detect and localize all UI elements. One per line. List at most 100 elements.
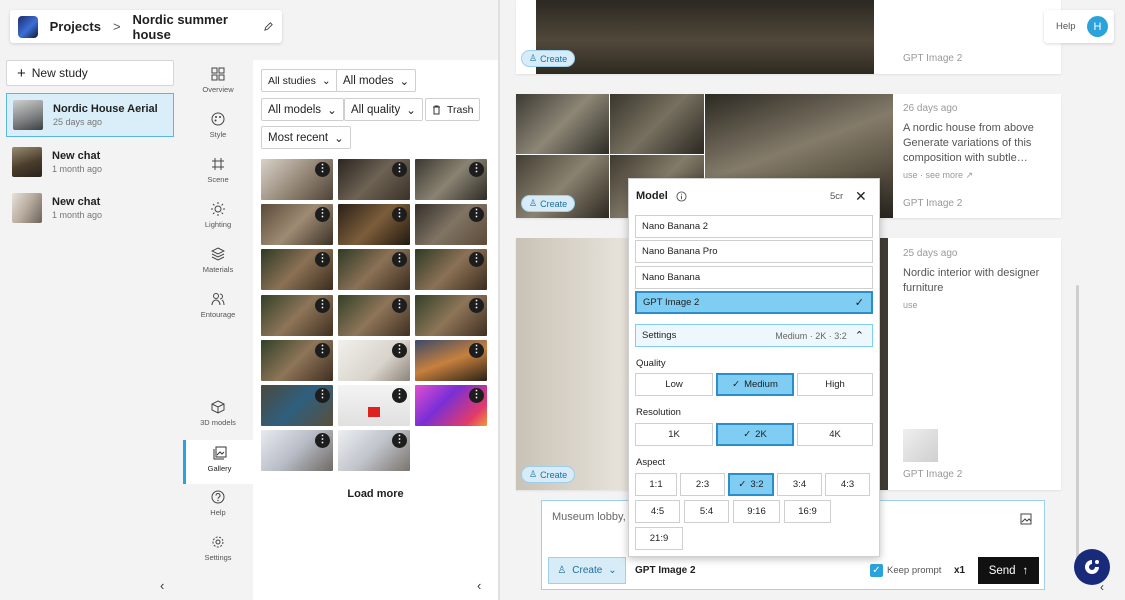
study-item[interactable]: New chat 1 month ago [6, 186, 174, 230]
model-option[interactable]: Nano Banana Pro [635, 240, 873, 263]
more-options-icon[interactable]: ⋮ [315, 162, 330, 177]
edit-icon[interactable] [263, 21, 274, 32]
result-image[interactable] [610, 94, 704, 154]
aspect-option-selected[interactable]: ✓ 3:2 [728, 473, 774, 496]
create-button[interactable]: ♙ Create [521, 50, 576, 67]
reference-thumbnail[interactable] [903, 429, 938, 462]
gallery-tile[interactable]: ⋮ [415, 204, 487, 245]
more-options-icon[interactable]: ⋮ [392, 298, 407, 313]
result-image[interactable] [516, 94, 609, 154]
gallery-tile[interactable]: ⋮ [261, 430, 333, 471]
prompt-input[interactable]: Museum lobby, p [552, 511, 635, 523]
model-selector[interactable]: GPT Image 2 [635, 565, 696, 576]
use-link[interactable]: use [903, 300, 918, 310]
gallery-tile[interactable]: ⋮ [338, 385, 410, 426]
more-options-icon[interactable]: ⋮ [315, 298, 330, 313]
rail-item-settings[interactable]: Settings [183, 535, 253, 579]
create-button[interactable]: ♙ Create [521, 195, 576, 212]
gallery-tile[interactable]: ⋮ [415, 159, 487, 200]
more-options-icon[interactable]: ⋮ [392, 433, 407, 448]
aspect-option[interactable]: 3:4 [777, 473, 822, 496]
more-options-icon[interactable]: ⋮ [392, 388, 407, 403]
more-options-icon[interactable]: ⋮ [469, 207, 484, 222]
filter-studies[interactable]: All studies ⌄ [261, 69, 338, 92]
rail-item-3d-models[interactable]: 3D models [183, 400, 253, 444]
gallery-tile[interactable]: ⋮ [415, 295, 487, 336]
gallery-tile[interactable]: ⋮ [338, 159, 410, 200]
rail-item-entourage[interactable]: Entourage [183, 292, 253, 336]
model-option[interactable]: Nano Banana 2 [635, 215, 873, 238]
study-item[interactable]: Nordic House Aerial 25 days ago [6, 93, 174, 137]
scrollbar[interactable] [1076, 285, 1079, 575]
info-icon[interactable] [676, 191, 687, 202]
app-logo[interactable] [18, 15, 38, 38]
more-options-icon[interactable]: ⋮ [392, 252, 407, 267]
rail-item-scene[interactable]: Scene [183, 157, 253, 201]
more-options-icon[interactable]: ⋮ [469, 162, 484, 177]
gallery-tile[interactable]: ⋮ [338, 204, 410, 245]
resolution-option[interactable]: 1K [635, 423, 713, 446]
aspect-option[interactable]: 1:1 [635, 473, 677, 496]
rail-item-help[interactable]: Help [183, 490, 253, 534]
close-icon[interactable]: ✕ [855, 188, 867, 205]
aspect-option[interactable]: 4:5 [635, 500, 680, 523]
gallery-tile[interactable]: ⋮ [261, 204, 333, 245]
more-options-icon[interactable]: ⋮ [469, 252, 484, 267]
gallery-tile[interactable]: ⋮ [338, 340, 410, 381]
mode-dropdown[interactable]: ♙ Create ⌄ [548, 557, 626, 584]
more-options-icon[interactable]: ⋮ [392, 162, 407, 177]
gallery-tile[interactable]: ⋮ [338, 295, 410, 336]
send-button[interactable]: Send ↑ [978, 557, 1039, 584]
gallery-tile[interactable]: ⋮ [261, 295, 333, 336]
avatar[interactable]: H [1087, 16, 1108, 37]
more-options-icon[interactable]: ⋮ [315, 207, 330, 222]
load-more-button[interactable]: Load more [253, 488, 498, 500]
more-options-icon[interactable]: ⋮ [469, 343, 484, 358]
create-button[interactable]: ♙ Create [521, 466, 576, 483]
more-options-icon[interactable]: ⋮ [315, 433, 330, 448]
more-options-icon[interactable]: ⋮ [392, 207, 407, 222]
collapse-gallery-icon[interactable]: ‹ [477, 578, 481, 593]
image-upload-icon[interactable] [1020, 513, 1032, 525]
more-options-icon[interactable]: ⋮ [469, 388, 484, 403]
aspect-option[interactable]: 9:16 [733, 500, 780, 523]
aspect-option[interactable]: 21:9 [635, 527, 683, 550]
rail-item-overview[interactable]: Overview [183, 67, 253, 111]
keep-prompt-checkbox[interactable]: ✓ [870, 564, 883, 577]
gallery-tile[interactable]: ⋮ [338, 249, 410, 290]
gallery-tile[interactable]: ⋮ [415, 249, 487, 290]
model-option[interactable]: Nano Banana [635, 266, 873, 289]
rail-item-lighting[interactable]: Lighting [183, 202, 253, 246]
gallery-tile[interactable]: ⋮ [261, 340, 333, 381]
help-menu[interactable]: Help H [1044, 10, 1114, 43]
filter-models[interactable]: All models ⌄ [261, 98, 344, 121]
resolution-option-selected[interactable]: ✓ 2K [716, 423, 794, 446]
aspect-option[interactable]: 5:4 [684, 500, 729, 523]
more-options-icon[interactable]: ⋮ [469, 298, 484, 313]
filter-quality[interactable]: All quality ⌄ [344, 98, 423, 121]
gallery-tile[interactable]: ⋮ [261, 249, 333, 290]
assistant-button[interactable] [1074, 549, 1110, 585]
rail-item-style[interactable]: Style [183, 112, 253, 156]
quality-option[interactable]: High [797, 373, 873, 396]
aspect-option[interactable]: 2:3 [680, 473, 725, 496]
more-options-icon[interactable]: ⋮ [392, 343, 407, 358]
aspect-option[interactable]: 4:3 [825, 473, 870, 496]
aspect-option[interactable]: 16:9 [784, 500, 831, 523]
gallery-tile[interactable]: ⋮ [415, 385, 487, 426]
rail-item-materials[interactable]: Materials [183, 247, 253, 291]
projects-link[interactable]: Projects [50, 19, 101, 34]
resolution-option[interactable]: 4K [797, 423, 873, 446]
collapse-studies-icon[interactable]: ‹ [160, 578, 164, 593]
quality-option-selected[interactable]: ✓ Medium [716, 373, 794, 396]
rail-item-gallery[interactable]: Gallery [183, 440, 253, 484]
result-image[interactable] [536, 0, 874, 74]
new-study-button[interactable]: + New study [6, 60, 174, 86]
filter-modes[interactable]: All modes ⌄ [336, 69, 417, 92]
count-selector[interactable]: x1 [954, 565, 965, 576]
gallery-tile[interactable]: ⋮ [261, 385, 333, 426]
more-options-icon[interactable]: ⋮ [315, 388, 330, 403]
see-more-link[interactable]: see more ↗ [926, 170, 974, 180]
quality-option[interactable]: Low [635, 373, 713, 396]
use-link[interactable]: use [903, 170, 918, 180]
